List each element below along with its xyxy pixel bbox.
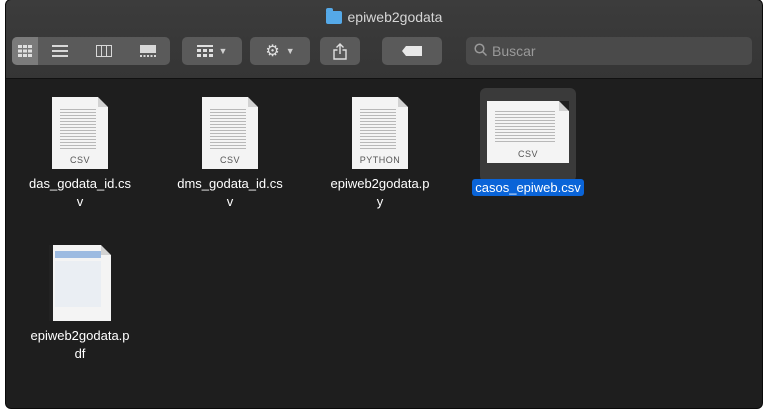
window-title-text: epiweb2godata — [347, 9, 443, 25]
columns-icon — [96, 45, 112, 57]
file-grid: CSV das_godata_id.cs v CSV dms_godata_id.… — [6, 79, 762, 408]
list-view-button[interactable] — [38, 37, 82, 65]
gear-icon: ⚙ — [265, 43, 280, 60]
grid-icon — [18, 45, 32, 57]
python-file-icon: PYTHON — [352, 97, 408, 169]
search-icon — [474, 43, 488, 59]
file-type-tag: PYTHON — [359, 155, 401, 165]
icon-view-button[interactable] — [12, 37, 38, 65]
file-name: casos_epiweb.csv — [464, 179, 592, 197]
share-icon — [333, 42, 347, 60]
file-name: das_godata_id.cs v — [29, 176, 131, 209]
tag-button[interactable] — [382, 37, 442, 65]
search-placeholder: Buscar — [492, 43, 536, 59]
file-name: epiweb2godata.p y — [330, 176, 430, 209]
action-menu-button[interactable]: ⚙ ▼ — [250, 37, 310, 65]
group-by-button[interactable]: ▼ — [182, 37, 242, 65]
file-item[interactable]: CSV das_godata_id.cs v — [16, 97, 144, 211]
group-grid-icon — [196, 45, 213, 57]
file-type-tag: CSV — [219, 155, 240, 165]
share-button[interactable] — [320, 37, 360, 65]
file-item-selected[interactable]: CSV casos_epiweb.csv — [464, 97, 592, 197]
file-name: dms_godata_id.cs v — [177, 176, 283, 209]
csv-file-icon: CSV — [202, 97, 258, 169]
csv-file-icon: CSV — [52, 97, 108, 169]
csv-file-icon: CSV — [487, 101, 569, 163]
file-type-tag: CSV — [517, 149, 538, 159]
titlebar: epiweb2godata ▼ ⚙ ▼ Buscar — [6, 0, 762, 79]
file-name: epiweb2godata.p df — [30, 328, 130, 361]
window-title: epiweb2godata — [6, 8, 762, 25]
chevron-down-icon: ▼ — [218, 46, 228, 56]
toolbar: ▼ ⚙ ▼ Buscar — [6, 37, 762, 67]
view-mode-segmented-control — [12, 37, 170, 65]
file-item[interactable]: CSV dms_godata_id.cs v — [166, 97, 294, 211]
file-type-tag: CSV — [69, 155, 90, 165]
column-view-button[interactable] — [82, 37, 126, 65]
file-item[interactable]: epiweb2godata.p df — [16, 245, 144, 363]
gallery-icon — [140, 45, 156, 57]
folder-icon — [325, 8, 342, 24]
gallery-view-button[interactable] — [126, 37, 170, 65]
tag-icon — [402, 46, 422, 56]
list-icon — [52, 45, 68, 57]
finder-window: epiweb2godata ▼ ⚙ ▼ Buscar CSV das_godat… — [6, 0, 762, 408]
search-field[interactable]: Buscar — [466, 37, 752, 65]
chevron-down-icon: ▼ — [285, 46, 295, 56]
file-item[interactable]: PYTHON epiweb2godata.p y — [316, 97, 444, 211]
pdf-file-icon — [49, 245, 111, 321]
